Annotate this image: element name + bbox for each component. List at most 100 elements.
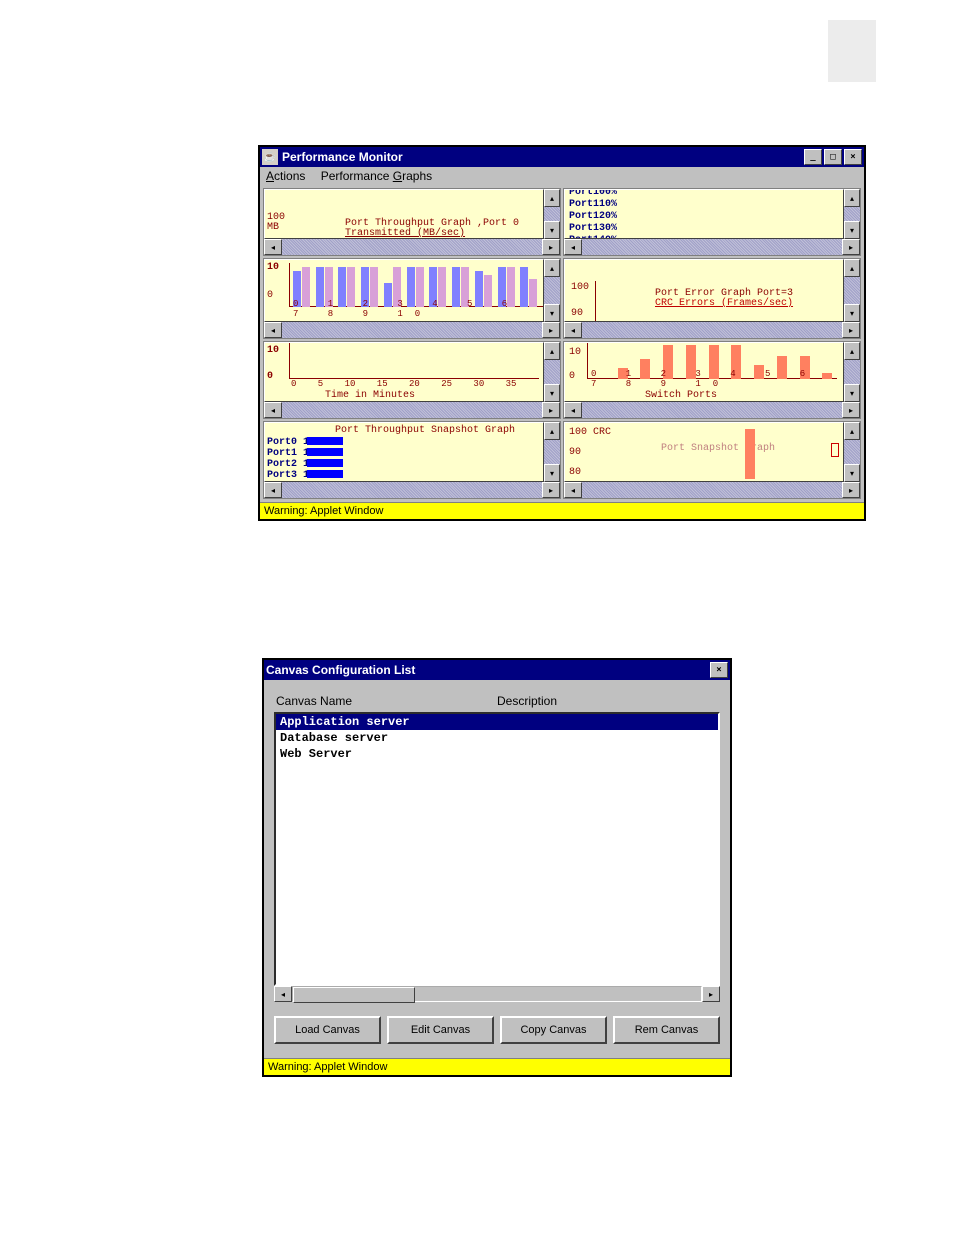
scroll-down-icon[interactable]: ▾: [544, 221, 560, 239]
menu-performance-graphs[interactable]: Performance Graphs: [321, 169, 432, 183]
pane8-title: Port Snapshot Graph: [661, 443, 775, 454]
y100: 100: [571, 282, 589, 293]
y-unit: MB: [267, 222, 279, 233]
x-ticks: 0 1 2 3 4 5 6 7 8 9 10: [591, 369, 843, 389]
performance-monitor-window: ☕ Performance Monitor _ □ × AActionsctio…: [258, 145, 866, 521]
x-label: Switch Ports: [645, 390, 717, 401]
hscroll[interactable]: ◂▸: [274, 986, 720, 1002]
scroll-left-icon[interactable]: ◂: [264, 322, 282, 338]
vscroll[interactable]: ▴▾: [844, 342, 860, 402]
scroll-down-icon[interactable]: ▾: [544, 304, 560, 322]
y10: 10: [569, 347, 581, 358]
y80: 80: [569, 467, 581, 478]
pane-port-snapshot: 100 CRC 90 80 Port Snapshot Graph ▴▾ ◂▸: [563, 421, 861, 499]
hscroll[interactable]: ◂▸: [264, 239, 560, 255]
list-item[interactable]: Port110%: [569, 199, 617, 211]
edit-canvas-button[interactable]: Edit Canvas: [387, 1016, 494, 1044]
applet-warning: Warning: Applet Window: [260, 502, 864, 519]
close-button[interactable]: ×: [710, 662, 728, 678]
list-item[interactable]: Port130%: [569, 223, 617, 235]
hscroll[interactable]: ◂▸: [564, 402, 860, 418]
vscroll[interactable]: ▴▾: [844, 189, 860, 239]
x-ticks: 0 5 10 15 20 25 30 35: [291, 379, 516, 389]
rem-canvas-button[interactable]: Rem Canvas: [613, 1016, 720, 1044]
hbar: [307, 448, 343, 456]
canvas-list[interactable]: Application server Database server Web S…: [274, 712, 720, 986]
canvas-config-dialog: Canvas Configuration List × Canvas Name …: [262, 658, 732, 1077]
x-ticks: 0 1 2 3 4 5 6 7 8 9 10: [293, 299, 543, 319]
vscroll[interactable]: ▴▾: [544, 342, 560, 402]
scroll-up-icon[interactable]: ▴: [544, 259, 560, 277]
y90: 90: [571, 308, 583, 319]
graph-grid: 100 MB Port Throughput Graph ,Port 0 Tra…: [260, 185, 864, 502]
x-label: Time in Minutes: [325, 390, 415, 401]
vscroll[interactable]: ▴▾: [844, 259, 860, 322]
hbar: [307, 470, 343, 478]
hscroll[interactable]: ◂▸: [564, 322, 860, 338]
close-button[interactable]: ×: [844, 149, 862, 165]
col-description: Description: [497, 694, 718, 708]
load-canvas-button[interactable]: Load Canvas: [274, 1016, 381, 1044]
list-item[interactable]: Web Server: [276, 746, 718, 762]
scroll-right-icon[interactable]: ▸: [542, 239, 560, 255]
y100: 100 CRC: [569, 427, 611, 438]
menu-actions[interactable]: AActionsctions: [266, 169, 305, 183]
app-icon: ☕: [262, 149, 278, 165]
scroll-right-icon[interactable]: ▸: [702, 986, 720, 1002]
hbar: [307, 459, 343, 467]
vscroll[interactable]: ▴▾: [544, 189, 560, 239]
hscroll[interactable]: ◂▸: [264, 402, 560, 418]
y0: 0: [569, 371, 575, 382]
y10: 10: [267, 262, 279, 273]
scroll-left-icon[interactable]: ◂: [564, 239, 582, 255]
vscroll[interactable]: ▴▾: [544, 422, 560, 482]
list-item[interactable]: Port100%: [569, 189, 617, 199]
titlebar[interactable]: ☕ Performance Monitor _ □ ×: [260, 147, 864, 167]
pane-time-minutes: 10 0 0 5 10 15 20 25 30 35 Time in Minut…: [263, 341, 561, 419]
minimize-button[interactable]: _: [804, 149, 822, 165]
hscroll[interactable]: ◂▸: [564, 482, 860, 498]
bar: [745, 429, 755, 479]
vscroll[interactable]: ▴▾: [844, 422, 860, 482]
y10: 10: [267, 345, 279, 356]
applet-warning: Warning: Applet Window: [264, 1058, 730, 1075]
y0: 0: [267, 371, 273, 382]
list-item[interactable]: Port140%: [569, 235, 617, 239]
list-item[interactable]: Application server: [276, 714, 718, 730]
scroll-up-icon[interactable]: ▴: [844, 189, 860, 207]
maximize-button[interactable]: □: [824, 149, 842, 165]
hscroll[interactable]: ◂▸: [564, 239, 860, 255]
pane-switch-ports-errors: 10 0 0 1 2 3 4 5 6 7 8 9 10 Switch Ports…: [563, 341, 861, 419]
menubar: AActionsctions Performance Graphs: [260, 167, 864, 185]
marker: [831, 443, 839, 457]
page-side-tab: [828, 20, 876, 82]
pane1-title2: Transmitted (MB/sec): [345, 228, 465, 239]
pane7-title: Port Throughput Snapshot Graph: [335, 425, 515, 436]
dialog-title: Canvas Configuration List: [266, 663, 415, 677]
y90: 90: [569, 447, 581, 458]
scroll-up-icon[interactable]: ▴: [544, 189, 560, 207]
hbar: [307, 437, 343, 445]
pane-port-error: 100 90 Port Error Graph Port=3 CRC Error…: [563, 258, 861, 339]
hscroll[interactable]: ◂▸: [264, 482, 560, 498]
pane-throughput-port0: 100 MB Port Throughput Graph ,Port 0 Tra…: [263, 188, 561, 256]
titlebar[interactable]: Canvas Configuration List ×: [264, 660, 730, 680]
hscroll[interactable]: ◂▸: [264, 322, 560, 338]
list-item[interactable]: Database server: [276, 730, 718, 746]
pane4-title2: CRC Errors (Frames/sec): [655, 298, 793, 309]
pane-throughput-snapshot: Port Throughput Snapshot Graph Port0 150…: [263, 421, 561, 499]
scroll-right-icon[interactable]: ▸: [542, 322, 560, 338]
column-headers: Canvas Name Description: [274, 690, 720, 712]
window-title: Performance Monitor: [282, 150, 403, 164]
pane-switch-ports-bars: 10 0 0 1 2 3 4 5 6 7 8 9 10 ▴▾ ◂▸: [263, 258, 561, 339]
scroll-down-icon[interactable]: ▾: [844, 221, 860, 239]
col-canvas-name: Canvas Name: [276, 694, 497, 708]
scroll-left-icon[interactable]: ◂: [264, 239, 282, 255]
pane-port-list: Port100% Port110% Port120% Port130% Port…: [563, 188, 861, 256]
scroll-left-icon[interactable]: ◂: [274, 986, 292, 1002]
list-item[interactable]: Port120%: [569, 211, 617, 223]
vscroll[interactable]: ▴▾: [544, 259, 560, 322]
scroll-right-icon[interactable]: ▸: [842, 239, 860, 255]
y0: 0: [267, 290, 273, 301]
copy-canvas-button[interactable]: Copy Canvas: [500, 1016, 607, 1044]
